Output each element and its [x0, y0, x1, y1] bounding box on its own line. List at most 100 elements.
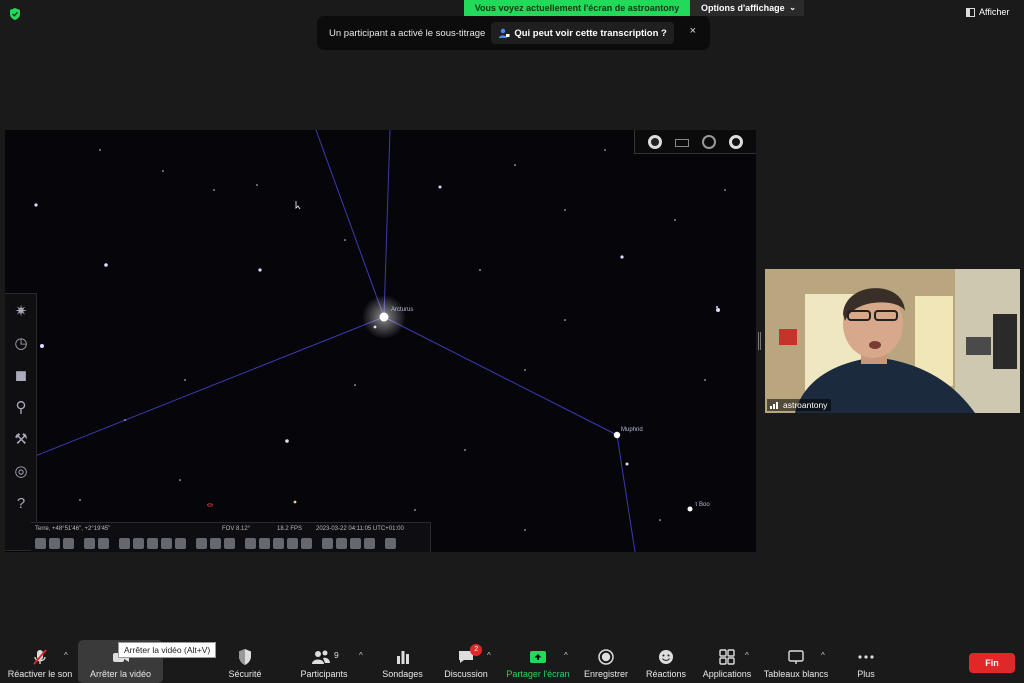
reactions-button[interactable]: Réactions	[641, 640, 691, 683]
bar-chart-icon	[396, 651, 409, 664]
background-stars	[34, 149, 726, 541]
mount-toggle-icon[interactable]	[196, 537, 207, 549]
chat-label: Discussion	[444, 669, 488, 679]
tau-boo-star[interactable]	[687, 506, 693, 512]
whiteboards-button[interactable]: Tableaux blancs	[761, 640, 831, 683]
apps-caret-icon[interactable]: ^	[745, 651, 749, 660]
unmute-label: Réactiver le son	[7, 669, 73, 679]
constellation-lines-toggle-icon[interactable]	[35, 537, 46, 549]
share-screen-label: Partager l'écran	[506, 669, 570, 679]
stellarium-left-toolbar: ✷ ◷ ◼ ⚲ ⚒ ◎?	[5, 293, 37, 551]
participants-caret-icon[interactable]: ^	[359, 651, 363, 660]
apps-label: Applications	[702, 669, 752, 679]
constellation-labels-toggle-icon[interactable]	[49, 537, 60, 549]
close-icon[interactable]: ×	[690, 25, 696, 37]
fullscreen-circle-icon[interactable]	[647, 134, 662, 149]
help-icon[interactable]: ?	[11, 494, 31, 514]
quit-icon[interactable]	[385, 537, 396, 549]
fast-forward-icon[interactable]	[364, 537, 375, 549]
view-options-label: Options d'affichage	[701, 3, 785, 13]
chat-unread-badge: 2	[470, 644, 483, 656]
apps-grid-icon	[719, 649, 735, 665]
satellites-toggle-icon[interactable]	[245, 537, 256, 549]
participant-video-tile[interactable]: astroantony	[765, 269, 1020, 413]
record-button[interactable]: Enregistrer	[579, 640, 633, 683]
telescope-toggle-icon[interactable]	[273, 537, 284, 549]
ellipsis-icon	[858, 655, 874, 659]
constellation-art-toggle-icon[interactable]	[63, 537, 74, 549]
participants-icon	[312, 650, 331, 664]
now-icon[interactable]	[350, 537, 361, 549]
show-button[interactable]: Afficher	[966, 4, 1009, 20]
chat-caret-icon[interactable]: ^	[487, 651, 491, 660]
atmosphere-toggle-icon[interactable]	[147, 537, 158, 549]
muted-microphone-icon	[33, 649, 47, 665]
view-options-dropdown[interactable]: Options d'affichage ⌄	[690, 0, 804, 16]
view-mode-buttons	[634, 130, 756, 154]
encryption-shield-icon[interactable]	[8, 7, 22, 21]
fov-readout: FOV 8.12°	[222, 526, 251, 532]
star-label-muphrid: Muphrid	[621, 427, 643, 433]
stop-video-label: Arrêter la vidéo	[89, 669, 152, 679]
record-label: Enregistrer	[583, 669, 628, 679]
participant-name: astroantony	[783, 400, 828, 410]
sky-settings-icon[interactable]: ✷	[11, 302, 31, 322]
azimuthal-grid-toggle-icon[interactable]	[98, 537, 109, 549]
share-screen-icon	[530, 651, 546, 663]
more-button[interactable]: Plus	[845, 640, 887, 683]
apps-button[interactable]: Applications	[698, 640, 756, 683]
arcturus-star[interactable]	[379, 312, 389, 322]
whiteboard-icon	[788, 650, 804, 664]
tools-icon[interactable]: ⚒	[11, 430, 31, 450]
participants-button[interactable]: 9 Participants	[292, 640, 356, 683]
play-icon[interactable]	[336, 537, 347, 549]
fps-readout: 18.2 FPS	[277, 526, 303, 532]
rectangle-view-icon[interactable]	[674, 139, 689, 147]
person-lock-icon	[499, 28, 510, 38]
caption-notification: Un participant a activé le sous-titrage …	[317, 16, 710, 50]
who-can-see-transcript-button[interactable]: Qui peut voir cette transcription ?	[491, 22, 674, 44]
polls-label: Sondages	[382, 669, 423, 679]
muphrid-star[interactable]	[613, 431, 621, 439]
polls-button[interactable]: Sondages	[375, 640, 430, 683]
stellarium-toggle-buttons	[35, 536, 396, 550]
ground-toggle-icon[interactable]	[119, 537, 130, 549]
whiteboards-caret-icon[interactable]: ^	[821, 651, 825, 660]
shared-screen[interactable]: Arcturus Muphrid τ Boo ✷ ◷ ◼ ⚲ ⚒ ◎? Terre, +4…	[5, 130, 756, 552]
star-label-arcturus: Arcturus	[391, 307, 413, 313]
mouse-pointer-icon	[295, 201, 301, 210]
search-icon[interactable]: ⚲	[11, 398, 31, 418]
chevron-down-icon: ⌄	[789, 3, 796, 12]
audio-options-caret-icon[interactable]: ^	[64, 651, 68, 660]
who-can-see-label: Qui peut voir cette transcription ?	[514, 27, 667, 39]
panel-divider-handle[interactable]	[758, 332, 761, 350]
share-screen-button[interactable]: Partager l'écran	[502, 640, 574, 683]
shield-icon	[239, 649, 251, 665]
planets-toggle-icon[interactable]	[175, 537, 186, 549]
sky-culture-icon[interactable]: ◼	[11, 366, 31, 386]
meteor-toggle-icon[interactable]	[259, 537, 270, 549]
share-caret-icon[interactable]: ^	[564, 651, 568, 660]
participant-name-label: astroantony	[767, 399, 832, 411]
cardinal-points-toggle-icon[interactable]	[133, 537, 144, 549]
ocular-toggle-icon[interactable]	[287, 537, 298, 549]
fullscreen-toggle-icon[interactable]	[224, 537, 235, 549]
night-mode-toggle-icon[interactable]	[210, 537, 221, 549]
participants-label: Participants	[300, 669, 348, 679]
galaxy-marker	[207, 503, 213, 507]
chat-button[interactable]: 2 Discussion	[440, 640, 492, 683]
security-button[interactable]: Sécurité	[215, 640, 275, 683]
compass-icon[interactable]: ◎	[11, 462, 31, 482]
show-label: Afficher	[979, 7, 1010, 17]
visibility-toggle-icon[interactable]	[301, 537, 312, 549]
clock-icon[interactable]: ◷	[11, 334, 31, 354]
end-meeting-button[interactable]: Fin	[969, 653, 1015, 673]
nebulae-toggle-icon[interactable]	[161, 537, 172, 549]
signal-strength-icon	[770, 402, 778, 409]
equatorial-grid-toggle-icon[interactable]	[84, 537, 95, 549]
rewind-icon[interactable]	[322, 537, 333, 549]
unmute-button[interactable]: Réactiver le son	[4, 640, 76, 683]
stellarium-bottom-bar: Terre, +48°51'46", +2°19'45" FOV 8.12° 1…	[31, 522, 431, 552]
minimize-view-icon[interactable]	[729, 134, 744, 149]
target-view-icon[interactable]	[702, 134, 717, 149]
